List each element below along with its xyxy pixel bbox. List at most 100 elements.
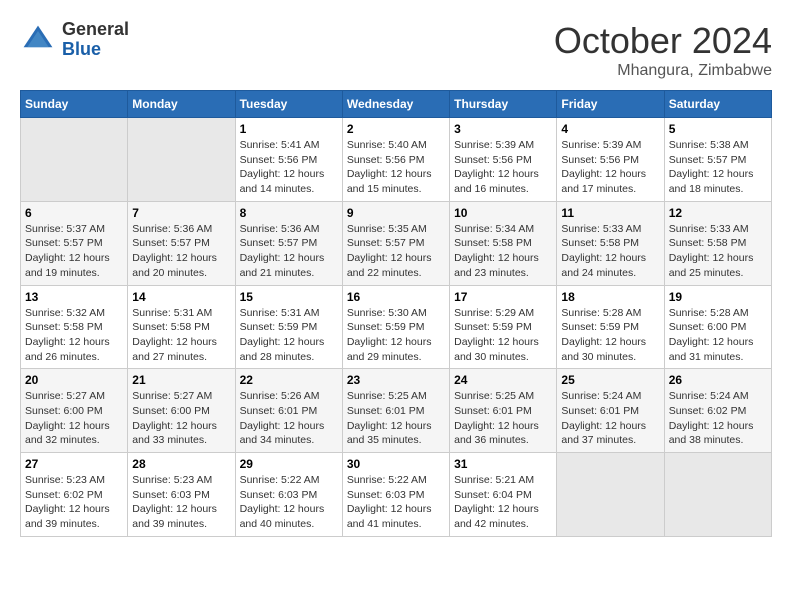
day-number: 2 xyxy=(347,122,445,136)
day-info: Sunrise: 5:36 AMSunset: 5:57 PMDaylight:… xyxy=(132,222,230,281)
day-info: Sunrise: 5:24 AMSunset: 6:02 PMDaylight:… xyxy=(669,389,767,448)
day-info: Sunrise: 5:41 AMSunset: 5:56 PMDaylight:… xyxy=(240,138,338,197)
day-info: Sunrise: 5:38 AMSunset: 5:57 PMDaylight:… xyxy=(669,138,767,197)
weekday-header: Sunday xyxy=(21,91,128,118)
day-info: Sunrise: 5:27 AMSunset: 6:00 PMDaylight:… xyxy=(132,389,230,448)
day-number: 17 xyxy=(454,290,552,304)
calendar-cell: 20 Sunrise: 5:27 AMSunset: 6:00 PMDaylig… xyxy=(21,369,128,453)
calendar-cell: 25 Sunrise: 5:24 AMSunset: 6:01 PMDaylig… xyxy=(557,369,664,453)
day-number: 24 xyxy=(454,373,552,387)
day-info: Sunrise: 5:31 AMSunset: 5:58 PMDaylight:… xyxy=(132,306,230,365)
day-number: 21 xyxy=(132,373,230,387)
day-info: Sunrise: 5:25 AMSunset: 6:01 PMDaylight:… xyxy=(454,389,552,448)
calendar-cell xyxy=(557,453,664,537)
calendar-cell: 1 Sunrise: 5:41 AMSunset: 5:56 PMDayligh… xyxy=(235,118,342,202)
calendar-cell: 2 Sunrise: 5:40 AMSunset: 5:56 PMDayligh… xyxy=(342,118,449,202)
calendar-cell: 5 Sunrise: 5:38 AMSunset: 5:57 PMDayligh… xyxy=(664,118,771,202)
calendar-cell: 31 Sunrise: 5:21 AMSunset: 6:04 PMDaylig… xyxy=(450,453,557,537)
day-number: 18 xyxy=(561,290,659,304)
day-number: 25 xyxy=(561,373,659,387)
day-info: Sunrise: 5:23 AMSunset: 6:03 PMDaylight:… xyxy=(132,473,230,532)
calendar-cell: 27 Sunrise: 5:23 AMSunset: 6:02 PMDaylig… xyxy=(21,453,128,537)
logo-text: General Blue xyxy=(62,20,129,60)
day-number: 3 xyxy=(454,122,552,136)
calendar-cell: 16 Sunrise: 5:30 AMSunset: 5:59 PMDaylig… xyxy=(342,285,449,369)
day-info: Sunrise: 5:39 AMSunset: 5:56 PMDaylight:… xyxy=(561,138,659,197)
calendar-week-row: 6 Sunrise: 5:37 AMSunset: 5:57 PMDayligh… xyxy=(21,201,772,285)
day-number: 6 xyxy=(25,206,123,220)
calendar-cell: 15 Sunrise: 5:31 AMSunset: 5:59 PMDaylig… xyxy=(235,285,342,369)
day-number: 23 xyxy=(347,373,445,387)
calendar-week-row: 1 Sunrise: 5:41 AMSunset: 5:56 PMDayligh… xyxy=(21,118,772,202)
calendar-table: SundayMondayTuesdayWednesdayThursdayFrid… xyxy=(20,90,772,537)
day-info: Sunrise: 5:23 AMSunset: 6:02 PMDaylight:… xyxy=(25,473,123,532)
day-number: 13 xyxy=(25,290,123,304)
day-number: 14 xyxy=(132,290,230,304)
day-number: 29 xyxy=(240,457,338,471)
logo-icon xyxy=(20,22,56,58)
day-info: Sunrise: 5:32 AMSunset: 5:58 PMDaylight:… xyxy=(25,306,123,365)
day-info: Sunrise: 5:33 AMSunset: 5:58 PMDaylight:… xyxy=(669,222,767,281)
day-number: 27 xyxy=(25,457,123,471)
day-number: 8 xyxy=(240,206,338,220)
weekday-header: Thursday xyxy=(450,91,557,118)
calendar-cell: 18 Sunrise: 5:28 AMSunset: 5:59 PMDaylig… xyxy=(557,285,664,369)
day-info: Sunrise: 5:24 AMSunset: 6:01 PMDaylight:… xyxy=(561,389,659,448)
day-number: 22 xyxy=(240,373,338,387)
calendar-cell: 24 Sunrise: 5:25 AMSunset: 6:01 PMDaylig… xyxy=(450,369,557,453)
title-block: October 2024 Mhangura, Zimbabwe xyxy=(554,20,772,80)
weekday-header: Friday xyxy=(557,91,664,118)
day-info: Sunrise: 5:33 AMSunset: 5:58 PMDaylight:… xyxy=(561,222,659,281)
weekday-header: Tuesday xyxy=(235,91,342,118)
day-info: Sunrise: 5:34 AMSunset: 5:58 PMDaylight:… xyxy=(454,222,552,281)
day-info: Sunrise: 5:37 AMSunset: 5:57 PMDaylight:… xyxy=(25,222,123,281)
day-number: 11 xyxy=(561,206,659,220)
calendar-week-row: 27 Sunrise: 5:23 AMSunset: 6:02 PMDaylig… xyxy=(21,453,772,537)
calendar-cell: 6 Sunrise: 5:37 AMSunset: 5:57 PMDayligh… xyxy=(21,201,128,285)
day-info: Sunrise: 5:28 AMSunset: 5:59 PMDaylight:… xyxy=(561,306,659,365)
day-number: 28 xyxy=(132,457,230,471)
day-number: 9 xyxy=(347,206,445,220)
day-info: Sunrise: 5:40 AMSunset: 5:56 PMDaylight:… xyxy=(347,138,445,197)
calendar-cell: 22 Sunrise: 5:26 AMSunset: 6:01 PMDaylig… xyxy=(235,369,342,453)
day-info: Sunrise: 5:39 AMSunset: 5:56 PMDaylight:… xyxy=(454,138,552,197)
weekday-header: Monday xyxy=(128,91,235,118)
day-info: Sunrise: 5:27 AMSunset: 6:00 PMDaylight:… xyxy=(25,389,123,448)
calendar-cell: 12 Sunrise: 5:33 AMSunset: 5:58 PMDaylig… xyxy=(664,201,771,285)
day-number: 15 xyxy=(240,290,338,304)
day-info: Sunrise: 5:22 AMSunset: 6:03 PMDaylight:… xyxy=(347,473,445,532)
page-header: General Blue October 2024 Mhangura, Zimb… xyxy=(20,20,772,80)
day-info: Sunrise: 5:35 AMSunset: 5:57 PMDaylight:… xyxy=(347,222,445,281)
day-info: Sunrise: 5:25 AMSunset: 6:01 PMDaylight:… xyxy=(347,389,445,448)
calendar-cell: 30 Sunrise: 5:22 AMSunset: 6:03 PMDaylig… xyxy=(342,453,449,537)
calendar-cell: 11 Sunrise: 5:33 AMSunset: 5:58 PMDaylig… xyxy=(557,201,664,285)
calendar-cell: 28 Sunrise: 5:23 AMSunset: 6:03 PMDaylig… xyxy=(128,453,235,537)
calendar-week-row: 20 Sunrise: 5:27 AMSunset: 6:00 PMDaylig… xyxy=(21,369,772,453)
day-info: Sunrise: 5:29 AMSunset: 5:59 PMDaylight:… xyxy=(454,306,552,365)
day-number: 30 xyxy=(347,457,445,471)
calendar-title: October 2024 xyxy=(554,20,772,62)
weekday-header-row: SundayMondayTuesdayWednesdayThursdayFrid… xyxy=(21,91,772,118)
day-number: 10 xyxy=(454,206,552,220)
calendar-cell: 26 Sunrise: 5:24 AMSunset: 6:02 PMDaylig… xyxy=(664,369,771,453)
calendar-cell: 17 Sunrise: 5:29 AMSunset: 5:59 PMDaylig… xyxy=(450,285,557,369)
calendar-subtitle: Mhangura, Zimbabwe xyxy=(554,62,772,80)
calendar-cell: 9 Sunrise: 5:35 AMSunset: 5:57 PMDayligh… xyxy=(342,201,449,285)
day-number: 26 xyxy=(669,373,767,387)
calendar-cell: 10 Sunrise: 5:34 AMSunset: 5:58 PMDaylig… xyxy=(450,201,557,285)
day-number: 19 xyxy=(669,290,767,304)
day-info: Sunrise: 5:30 AMSunset: 5:59 PMDaylight:… xyxy=(347,306,445,365)
calendar-cell: 14 Sunrise: 5:31 AMSunset: 5:58 PMDaylig… xyxy=(128,285,235,369)
calendar-cell: 8 Sunrise: 5:36 AMSunset: 5:57 PMDayligh… xyxy=(235,201,342,285)
day-info: Sunrise: 5:28 AMSunset: 6:00 PMDaylight:… xyxy=(669,306,767,365)
day-info: Sunrise: 5:36 AMSunset: 5:57 PMDaylight:… xyxy=(240,222,338,281)
day-number: 5 xyxy=(669,122,767,136)
day-number: 16 xyxy=(347,290,445,304)
calendar-cell xyxy=(128,118,235,202)
calendar-cell: 4 Sunrise: 5:39 AMSunset: 5:56 PMDayligh… xyxy=(557,118,664,202)
day-number: 20 xyxy=(25,373,123,387)
calendar-cell xyxy=(21,118,128,202)
day-number: 31 xyxy=(454,457,552,471)
calendar-cell: 29 Sunrise: 5:22 AMSunset: 6:03 PMDaylig… xyxy=(235,453,342,537)
day-number: 1 xyxy=(240,122,338,136)
